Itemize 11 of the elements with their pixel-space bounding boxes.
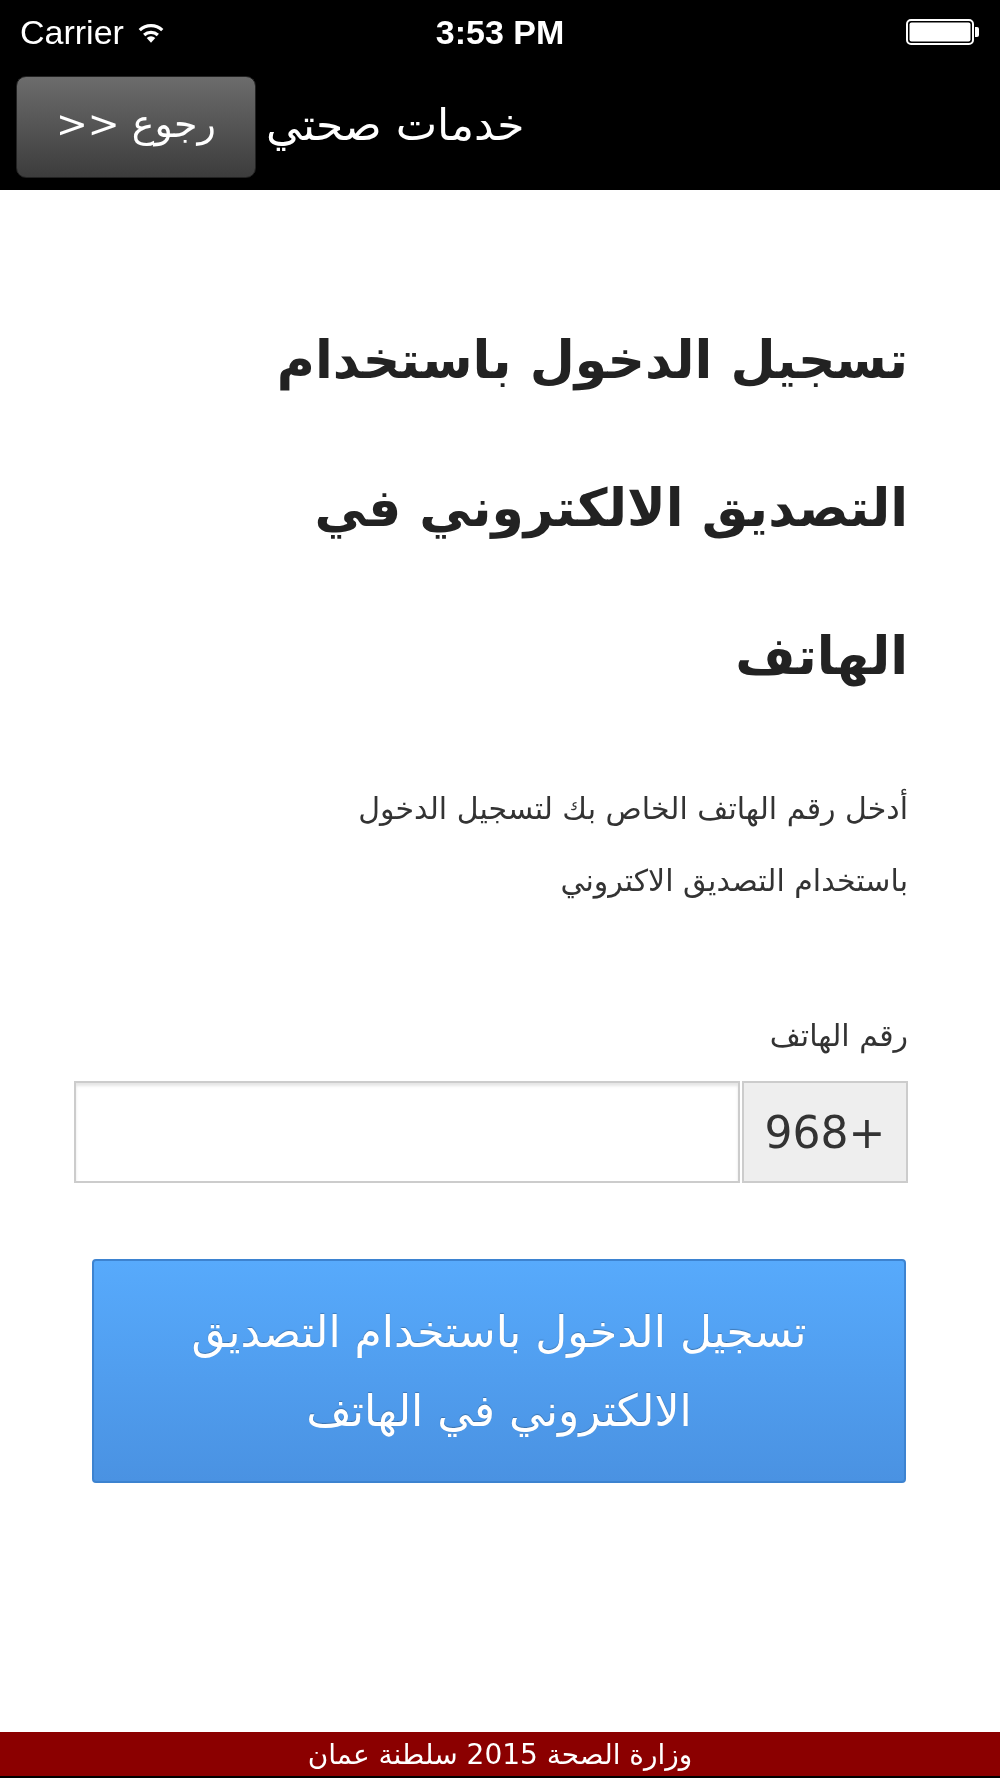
nav-title: خدمات صحتي bbox=[266, 98, 525, 153]
page-heading: تسجيل الدخول باستخدام التصديق الالكتروني في الهاتف bbox=[275, 329, 908, 689]
back-button[interactable]: >> رجوع bbox=[16, 76, 256, 178]
phone-label: رقم الهاتف bbox=[768, 1017, 908, 1056]
clock-time: 3:53 PM bbox=[435, 12, 565, 52]
battery-icon bbox=[906, 19, 980, 45]
carrier-name: Carrier bbox=[20, 12, 124, 52]
instructions-text: أدخل رقم الهاتف الخاص بك لتسجيل الدخول باستخدام التصديق الاكتروني bbox=[74, 773, 908, 917]
country-code-prefix: 968+ bbox=[742, 1081, 908, 1183]
phone-input-field[interactable] bbox=[74, 1081, 740, 1183]
footer-text: وزارة الصحة 2015 سلطنة عمان bbox=[307, 1737, 693, 1771]
